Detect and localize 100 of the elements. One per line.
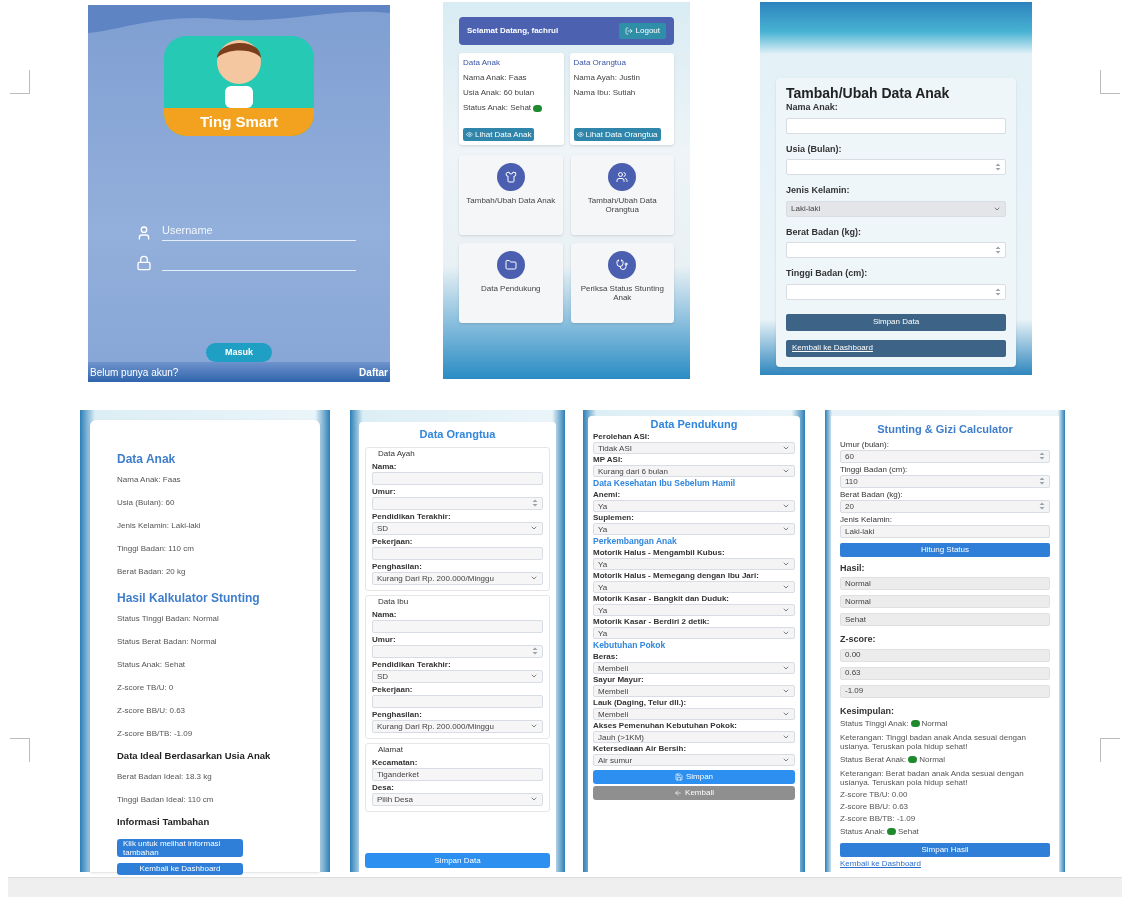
select-field[interactable]: Kurang dari 6 bulan (593, 465, 795, 477)
chevron-down-icon (782, 560, 790, 568)
field-label: Usia (Bulan): (786, 142, 843, 156)
field-label: Akses Pemenuhan Kebutuhan Pokok: (593, 721, 739, 730)
select-field[interactable]: Ya (593, 604, 795, 616)
view-button[interactable]: Lihat Data Orangtua (573, 128, 661, 141)
chevron-down-icon (530, 524, 538, 532)
input-field[interactable]: Tiganderket (372, 767, 543, 781)
select-field[interactable]: Tidak ASI (593, 442, 795, 454)
select-field[interactable]: Kurang Dari Rp. 200.000/Minggu (372, 571, 543, 585)
select-field[interactable]: Ya (593, 558, 795, 570)
logout-icon (624, 27, 633, 35)
field-label: Motorik Halus - Memegang dengan Ibu Jari: (593, 571, 760, 580)
eye-icon (466, 131, 473, 138)
field-label: Pekerjaan: (372, 684, 414, 694)
greeting-text: Selamat Datang, fachrul (467, 25, 559, 37)
chevron-down-icon (782, 525, 790, 533)
detail-text: Status Berat Badan: Normal (117, 636, 218, 648)
select-field[interactable]: Ya (593, 581, 795, 593)
number-field[interactable]: 110 (840, 474, 1050, 488)
section-heading: Kebutuhan Pokok (593, 640, 667, 651)
input-field[interactable]: Laki-laki (840, 524, 1050, 538)
input-field[interactable] (372, 694, 543, 708)
save-button[interactable]: Simpan Data (786, 313, 1006, 331)
field-label: Ketersediaan Air Bersih: (593, 744, 688, 753)
input-field[interactable] (786, 117, 1006, 134)
logout-button[interactable]: Logout (618, 23, 666, 39)
input-field[interactable] (372, 619, 543, 633)
spinner-icon (1039, 477, 1045, 485)
lock-icon (136, 254, 152, 271)
section-heading: Perkembangan Anak (593, 536, 678, 547)
select-field[interactable]: Membeli (593, 685, 795, 697)
status-text: Status Tinggi Anak: (840, 717, 909, 730)
logo-text: Ting Smart (199, 111, 279, 132)
info-button[interactable]: Klik untuk melihat informasi tambahan (117, 839, 243, 857)
back-button[interactable]: Kembali ke Dashboard (786, 339, 1006, 357)
detail-text: Tinggi Badan Ideal: 110 cm (117, 794, 215, 806)
select-field[interactable]: Ya (593, 523, 795, 535)
menu-card[interactable]: Data Pendukung (459, 243, 563, 323)
select-field[interactable]: Membeli (593, 708, 795, 720)
zscore-field: 0.00 (840, 648, 1050, 662)
chevron-down-icon (782, 467, 790, 475)
conclusion-text: Z-score BB/TB: -1.09 (840, 813, 917, 823)
status-text: Status Berat Anak: (840, 753, 907, 766)
number-field[interactable] (372, 496, 543, 510)
folder-icon (504, 259, 517, 271)
detail-text: Z-score TB/U: 0 (117, 682, 175, 694)
chevron-down-icon (782, 606, 790, 614)
field-label: Sayur Mayur: (593, 675, 645, 684)
chevron-down-icon (530, 795, 538, 803)
eye-icon (576, 131, 584, 138)
field-label: Penghasilan: (372, 709, 423, 719)
menu-card[interactable]: Tambah/Ubah Data Orangtua (570, 155, 674, 235)
select-field[interactable]: Ya (593, 500, 795, 512)
number-field[interactable]: 20 (840, 499, 1050, 513)
input-field[interactable] (372, 471, 543, 485)
detail-text: Berat Badan Ideal: 18.3 kg (117, 771, 213, 783)
field-label: Umur (bulan): (840, 439, 890, 449)
select-field[interactable]: Kurang Dari Rp. 200.000/Minggu (372, 719, 543, 733)
select-field[interactable]: SD (372, 669, 543, 683)
card-title: Data Anak (463, 57, 501, 69)
select-field[interactable]: SD (372, 521, 543, 535)
status-value: Normal (921, 717, 948, 730)
menu-card[interactable]: Periksa Status Stunting Anak (570, 243, 674, 323)
select-field[interactable]: Laki-laki (786, 200, 1006, 217)
crop-mark (10, 70, 30, 94)
select-field[interactable]: Jauh (>1KM) (593, 731, 795, 743)
signup-link[interactable]: Daftar (359, 365, 388, 380)
form-title: Tambah/Ubah Data Anak (786, 86, 951, 101)
number-field[interactable] (786, 159, 1006, 175)
save-button[interactable]: Simpan Hasil (840, 842, 1050, 857)
field-label: Tinggi Badan (cm): (786, 267, 869, 280)
user-icon (136, 224, 152, 241)
back-link[interactable]: Kembali ke Dashboard (840, 858, 1050, 868)
calculate-button[interactable]: Hitung Status (840, 542, 1050, 557)
result-field: Normal (840, 595, 1050, 608)
input-field[interactable] (372, 546, 543, 560)
number-field[interactable]: 60 (840, 449, 1050, 463)
conclusion-text: Keterangan: Tinggi badan anak Anda sesuai dengan usianya. Teruskan pola hidup sehat! (840, 732, 1027, 751)
detail-text: Tinggi Badan: 110 cm (117, 543, 195, 555)
calculator-title: Stunting & Gizi Calculator (876, 422, 1014, 437)
number-field[interactable] (372, 644, 543, 658)
select-field[interactable]: Ya (593, 627, 795, 639)
field-label: Berat Badan (kg): (840, 489, 904, 499)
field-label: Desa: (372, 782, 395, 792)
view-button[interactable]: Lihat Data Anak (463, 128, 535, 141)
back-button[interactable]: Kembali ke Dashboard (117, 863, 243, 875)
select-field[interactable]: Pilih Desa (372, 792, 543, 806)
chevron-down-icon (782, 444, 790, 452)
result-label: Hasil: (840, 561, 866, 575)
number-field[interactable] (786, 283, 1006, 300)
select-field[interactable]: Membeli (593, 662, 795, 674)
field-label: Lauk (Daging, Telur dll.): (593, 698, 688, 707)
section-title: Hasil Kalkulator Stunting (117, 590, 261, 607)
spinner-icon (1039, 502, 1045, 510)
menu-card[interactable]: Tambah/Ubah Data Anak (459, 155, 563, 235)
field-label: Nama Anak: (786, 101, 839, 114)
select-field[interactable]: Air sumur (593, 754, 795, 766)
field-label: Motorik Kasar - Berdiri 2 detik: (593, 617, 711, 626)
number-field[interactable] (786, 242, 1006, 258)
